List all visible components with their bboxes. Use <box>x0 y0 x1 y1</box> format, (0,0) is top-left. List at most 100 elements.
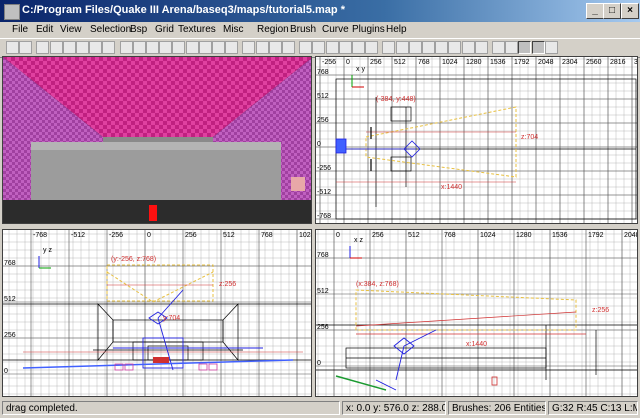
menu-brush[interactable]: Brush <box>290 24 316 35</box>
v-tick-label: 256 <box>4 332 16 339</box>
h-tick-label: -512 <box>71 232 85 239</box>
camera-view[interactable] <box>2 56 312 224</box>
menu-grid[interactable]: Grid <box>155 24 174 35</box>
radiant-app-icon[interactable] <box>4 4 20 20</box>
h-tick-label: 256 <box>185 232 197 239</box>
h-tick-label: 1280 <box>466 59 482 66</box>
scale-mode-icon[interactable] <box>544 41 558 54</box>
title-bar[interactable]: C:/Program Files/Quake III Arena/baseq3/… <box>0 0 640 22</box>
cap-icon[interactable] <box>435 41 449 54</box>
menu-edit[interactable]: Edit <box>36 24 53 35</box>
menu-textures[interactable]: Textures <box>178 24 216 35</box>
hollow-icon[interactable] <box>198 41 212 54</box>
flip-z-icon[interactable] <box>62 41 76 54</box>
h-tick-label: 1536 <box>552 232 568 239</box>
insert-icon[interactable] <box>408 41 422 54</box>
select-inside-icon[interactable] <box>159 41 173 54</box>
menu-region[interactable]: Region <box>257 24 289 35</box>
scale-x-icon[interactable] <box>299 41 313 54</box>
side-dims-label: (x:384, z:768) <box>356 281 399 288</box>
h-tick-label: 2816 <box>610 59 626 66</box>
cubic-clip-icon[interactable] <box>255 41 269 54</box>
h-tick-label: 1792 <box>588 232 604 239</box>
flip-y-icon[interactable] <box>49 41 63 54</box>
h-tick-label: 2048 <box>624 232 638 239</box>
camera-render <box>3 57 311 223</box>
h-tick-label: 768 <box>261 232 273 239</box>
select-touching-icon[interactable] <box>132 41 146 54</box>
clipper-icon[interactable] <box>212 41 225 54</box>
v-tick-label: -256 <box>317 165 331 172</box>
window-title: C:/Program Files/Quake III Arena/baseq3/… <box>22 4 345 16</box>
h-tick-label: 512 <box>223 232 235 239</box>
top-axis-label: x y <box>356 66 365 73</box>
rotate-z-icon[interactable] <box>102 41 116 54</box>
open-icon[interactable] <box>6 41 19 54</box>
h-tick-label: 0 <box>346 59 350 66</box>
maximize-button[interactable]: □ <box>603 3 621 19</box>
red-light-entity[interactable] <box>149 205 157 221</box>
top-x-label: x:1440 <box>441 184 462 191</box>
close-button[interactable]: × <box>621 3 639 19</box>
minimize-button[interactable]: _ <box>586 3 604 19</box>
delete-icon[interactable] <box>422 41 435 54</box>
front-view-grid: -768 -512 -256 0 256 512 768 1024 768 512 256 0 <box>3 230 311 396</box>
patch-icon[interactable] <box>382 41 396 54</box>
selected-brush-outline[interactable] <box>365 106 517 178</box>
h-tick-label: 2560 <box>586 59 602 66</box>
v-tick-label: 512 <box>317 288 329 295</box>
csg-subtract-icon[interactable] <box>172 41 186 54</box>
menu-help[interactable]: Help <box>386 24 407 35</box>
h-tick-label: 1024 <box>480 232 496 239</box>
select-mode-icon[interactable] <box>531 41 545 54</box>
select-complete-tall-icon[interactable] <box>119 41 133 54</box>
menu-curve[interactable]: Curve <box>322 24 349 35</box>
flip-x-icon[interactable] <box>36 41 50 54</box>
rotate-y-icon[interactable] <box>89 41 103 54</box>
bend-icon[interactable] <box>395 41 409 54</box>
h-tick-label: -256 <box>322 59 336 66</box>
v-tick-label: 0 <box>317 141 321 148</box>
selected-brush-outline[interactable] <box>106 264 214 302</box>
menu-plugins[interactable]: Plugins <box>352 24 385 35</box>
change-view-icon[interactable] <box>225 41 239 54</box>
save-icon[interactable] <box>19 41 33 54</box>
side-view[interactable]: 0 256 512 768 1024 1280 1536 1792 2048 768 512 256 0… <box>315 229 638 397</box>
v-tick-label: 768 <box>317 252 329 259</box>
top-view[interactable]: -256 0 256 512 768 1024 1280 1536 1792 2048 2304 25… <box>315 56 638 224</box>
scale-y-icon[interactable] <box>312 41 326 54</box>
side-z-label: z:256 <box>592 307 609 314</box>
patch-inspector-icon[interactable] <box>505 41 519 54</box>
entities-icon[interactable] <box>282 41 295 54</box>
axis-x-icon[interactable] <box>338 41 352 54</box>
front-axis-label: y z <box>43 247 52 254</box>
v-tick-label: 0 <box>4 368 8 375</box>
texture-view-icon[interactable] <box>242 41 256 54</box>
menu-view[interactable]: View <box>60 24 82 35</box>
side-axis-label: x z <box>354 237 363 244</box>
h-tick-label: -256 <box>109 232 123 239</box>
texture-lock-icon[interactable] <box>518 41 532 54</box>
h-tick-label: 0 <box>336 232 340 239</box>
side-axis-indicator <box>349 246 362 259</box>
side-x-label: x:1440 <box>466 341 487 348</box>
v-tick-label: 512 <box>317 93 329 100</box>
scale-z-icon[interactable] <box>325 41 339 54</box>
redisperse-icon[interactable] <box>461 41 475 54</box>
front-view[interactable]: -768 -512 -256 0 256 512 768 1024 768 512 256 0 <box>2 229 312 397</box>
menu-bsp[interactable]: Bsp <box>130 24 147 35</box>
menu-misc[interactable]: Misc <box>223 24 244 35</box>
v-tick-label: 768 <box>317 69 329 76</box>
rotate-x-icon[interactable] <box>76 41 89 54</box>
menu-selection[interactable]: Selection <box>90 24 131 35</box>
axis-y-icon[interactable] <box>352 41 365 54</box>
select-partial-tall-icon[interactable] <box>146 41 159 54</box>
thicken-icon[interactable] <box>448 41 462 54</box>
csg-merge-icon[interactable] <box>185 41 199 54</box>
menu-file[interactable]: File <box>12 24 28 35</box>
drill-icon[interactable] <box>474 41 488 54</box>
show-entities-icon[interactable] <box>492 41 505 54</box>
h-tick-label: 1024 <box>442 59 458 66</box>
camera-icon[interactable] <box>268 41 282 54</box>
axis-z-icon[interactable] <box>365 41 379 54</box>
